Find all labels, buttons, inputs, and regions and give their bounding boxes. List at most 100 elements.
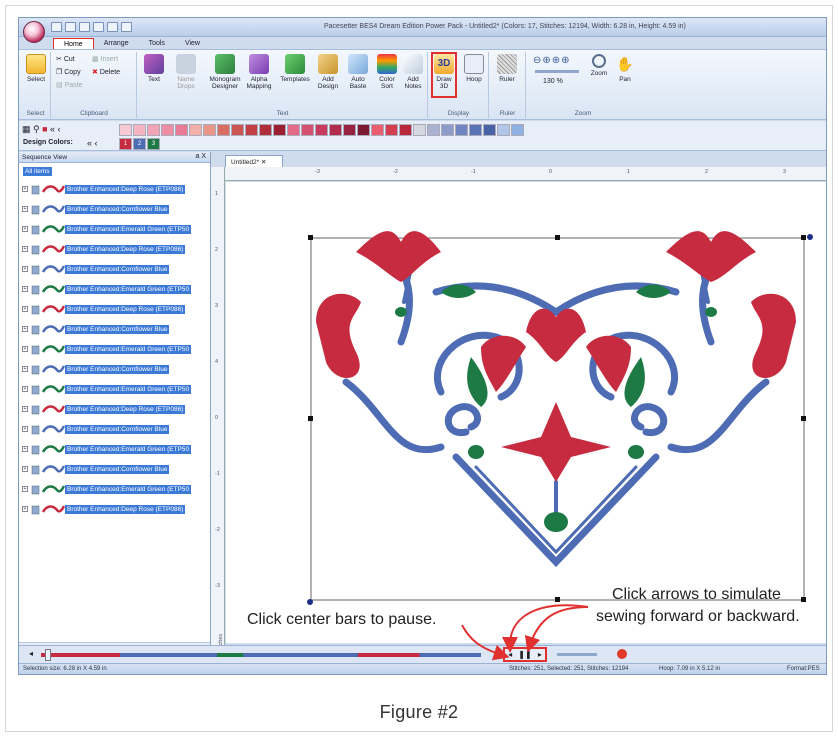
- stitch-progress-track[interactable]: [41, 653, 481, 657]
- stitch-progress-thumb[interactable]: [45, 649, 51, 661]
- templates-button[interactable]: Templates: [280, 54, 310, 83]
- insert-button[interactable]: ▦ Insert: [92, 55, 118, 63]
- sequence-item[interactable]: + Brother Enhanced:Deep Rose (ETP086): [19, 180, 211, 200]
- palette-swatch[interactable]: [343, 124, 356, 136]
- palette-swatch[interactable]: [385, 124, 398, 136]
- application-orb-icon[interactable]: [23, 21, 45, 43]
- step-forward-icon[interactable]: ▸: [538, 650, 542, 659]
- palette-swatch[interactable]: [217, 124, 230, 136]
- add-notes-button[interactable]: Add Notes: [400, 54, 426, 90]
- alpha-mapping-button[interactable]: Alpha Mapping: [244, 54, 274, 90]
- zoom-button[interactable]: Zoom: [587, 54, 611, 77]
- palette-swatch[interactable]: [259, 124, 272, 136]
- document-tab[interactable]: Untitled2* ✕: [225, 155, 283, 167]
- expand-icon[interactable]: +: [22, 346, 28, 352]
- expand-icon[interactable]: +: [22, 406, 28, 412]
- expand-icon[interactable]: +: [22, 446, 28, 452]
- palette-swatch[interactable]: [399, 124, 412, 136]
- all-items-node[interactable]: All items: [23, 167, 52, 176]
- expand-icon[interactable]: +: [22, 486, 28, 492]
- palette-swatch[interactable]: [161, 124, 174, 136]
- pan-button[interactable]: ✋ Pan: [613, 54, 637, 83]
- close-tab-icon[interactable]: ✕: [261, 159, 266, 166]
- palette-swatch[interactable]: [231, 124, 244, 136]
- palette-swatch[interactable]: [175, 124, 188, 136]
- sequence-item[interactable]: + Brother Enhanced:Emerald Green (ETP50: [19, 440, 211, 460]
- palette-swatch[interactable]: [441, 124, 454, 136]
- palette-swatch[interactable]: [511, 124, 524, 136]
- undo-icon[interactable]: [107, 22, 118, 32]
- palette-swatch[interactable]: [189, 124, 202, 136]
- delete-button[interactable]: ✖ Delete: [92, 68, 120, 76]
- palette-swatch[interactable]: [245, 124, 258, 136]
- palette-tools-icons[interactable]: ▦ ⚲ ■ « ‹: [22, 124, 61, 135]
- ruler-button[interactable]: Ruler: [495, 54, 519, 83]
- expand-icon[interactable]: +: [22, 506, 28, 512]
- palette-swatch[interactable]: [315, 124, 328, 136]
- palette-swatch[interactable]: [287, 124, 300, 136]
- expand-icon[interactable]: +: [22, 366, 28, 372]
- sequence-item[interactable]: + Brother Enhanced:Emerald Green (ETP50: [19, 380, 211, 400]
- add-design-button[interactable]: Add Design: [314, 54, 342, 90]
- panel-close-icon[interactable]: a X: [195, 153, 206, 160]
- sequence-item[interactable]: + Brother Enhanced:Deep Rose (ETP086): [19, 300, 211, 320]
- sequence-item[interactable]: + Brother Enhanced:Cornflower Blue: [19, 320, 211, 340]
- expand-icon[interactable]: +: [22, 286, 28, 292]
- expand-icon[interactable]: +: [22, 306, 28, 312]
- hoop-button[interactable]: Hoop: [461, 54, 487, 83]
- pause-icon[interactable]: ❚❚: [518, 650, 531, 659]
- zoom-preset-icons[interactable]: ⊖⊕⊕⊕: [533, 55, 571, 66]
- sequence-item[interactable]: + Brother Enhanced:Cornflower Blue: [19, 360, 211, 380]
- palette-swatch[interactable]: [133, 124, 146, 136]
- expand-icon[interactable]: +: [22, 246, 28, 252]
- sequence-item[interactable]: + Brother Enhanced:Emerald Green (ETP50: [19, 480, 211, 500]
- design-canvas[interactable]: [226, 182, 826, 643]
- expand-icon[interactable]: +: [22, 266, 28, 272]
- paste-button[interactable]: ▤ Paste: [56, 81, 82, 89]
- palette-swatch[interactable]: [427, 124, 440, 136]
- palette-swatch[interactable]: [301, 124, 314, 136]
- design-color-chip[interactable]: 3: [147, 138, 160, 150]
- redo-icon[interactable]: [121, 22, 132, 32]
- palette-swatch[interactable]: [357, 124, 370, 136]
- expand-icon[interactable]: +: [22, 226, 28, 232]
- monogram-designer-button[interactable]: Monogram Designer: [208, 54, 242, 90]
- sequence-item[interactable]: + Brother Enhanced:Emerald Green (ETP50: [19, 280, 211, 300]
- expand-icon[interactable]: +: [22, 206, 28, 212]
- sequence-item[interactable]: + Brother Enhanced:Deep Rose (ETP086): [19, 240, 211, 260]
- expand-icon[interactable]: +: [22, 386, 28, 392]
- new-icon[interactable]: [51, 22, 62, 32]
- auto-baste-button[interactable]: Auto Baste: [344, 54, 372, 90]
- expand-icon[interactable]: +: [22, 426, 28, 432]
- sequence-item[interactable]: + Brother Enhanced:Deep Rose (ETP086): [19, 500, 211, 520]
- sequence-item[interactable]: + Brother Enhanced:Cornflower Blue: [19, 420, 211, 440]
- select-button[interactable]: Select: [24, 54, 48, 83]
- name-drops-button[interactable]: Name Drops: [174, 54, 198, 90]
- design-color-chip[interactable]: 1: [119, 138, 132, 150]
- sequence-item[interactable]: + Brother Enhanced:Cornflower Blue: [19, 260, 211, 280]
- palette-swatch[interactable]: [413, 124, 426, 136]
- text-button[interactable]: Text: [142, 54, 166, 83]
- open-icon[interactable]: [65, 22, 76, 32]
- sequence-item[interactable]: + Brother Enhanced:Emerald Green (ETP50: [19, 340, 211, 360]
- sequence-item[interactable]: + Brother Enhanced:Cornflower Blue: [19, 460, 211, 480]
- palette-swatch[interactable]: [203, 124, 216, 136]
- sequence-item[interactable]: + Brother Enhanced:Deep Rose (ETP086): [19, 400, 211, 420]
- stop-icon[interactable]: [617, 649, 627, 659]
- palette-swatch[interactable]: [273, 124, 286, 136]
- slider-left-arrow-icon[interactable]: ◂: [29, 649, 33, 658]
- copy-button[interactable]: ❐ Copy: [56, 68, 81, 76]
- expand-icon[interactable]: +: [22, 186, 28, 192]
- palette-swatch[interactable]: [147, 124, 160, 136]
- expand-icon[interactable]: +: [22, 326, 28, 332]
- sequence-item[interactable]: + Brother Enhanced:Emerald Green (ETP50: [19, 220, 211, 240]
- design-color-chip[interactable]: 2: [133, 138, 146, 150]
- palette-swatch[interactable]: [371, 124, 384, 136]
- save-icon[interactable]: [79, 22, 90, 32]
- zoom-slider[interactable]: [535, 70, 579, 73]
- palette-swatch[interactable]: [119, 124, 132, 136]
- design-colors-nav[interactable]: « ‹: [87, 138, 98, 148]
- print-icon[interactable]: [93, 22, 104, 32]
- palette-swatch[interactable]: [469, 124, 482, 136]
- step-backward-icon[interactable]: ◂: [508, 650, 512, 659]
